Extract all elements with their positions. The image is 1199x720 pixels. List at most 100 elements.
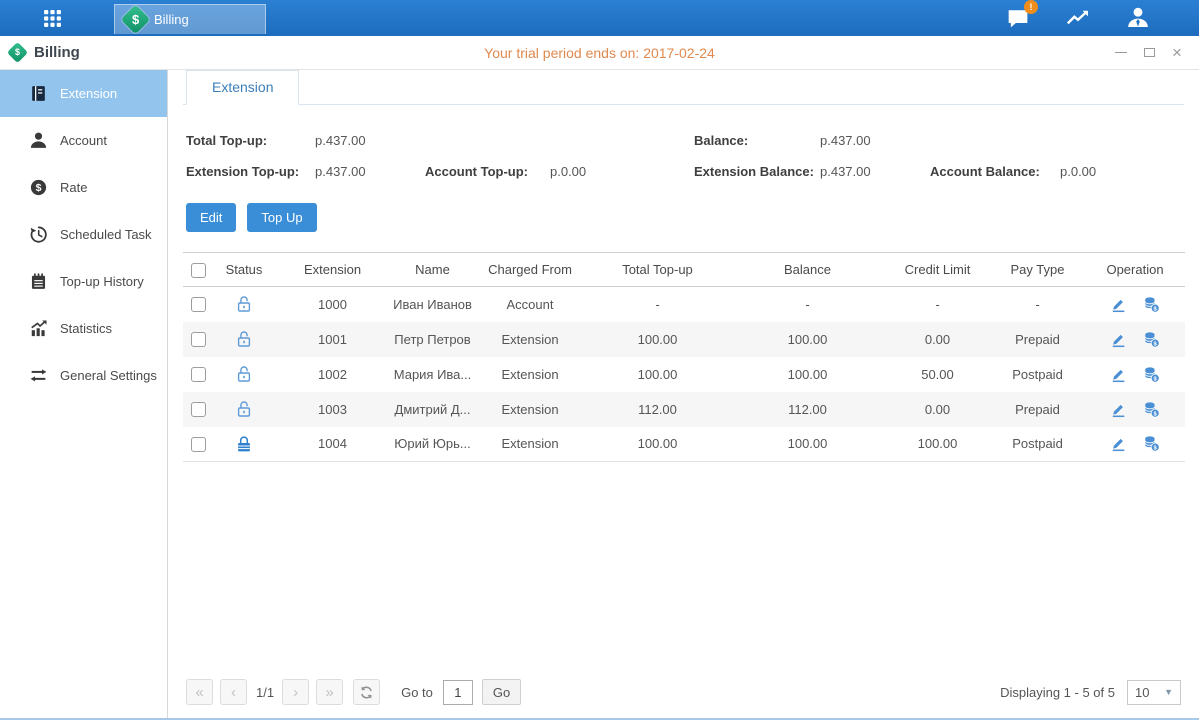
edit-row-icon[interactable] xyxy=(1110,366,1127,383)
cell-credit-limit: 100.00 xyxy=(885,427,990,462)
go-button[interactable]: Go xyxy=(482,679,521,705)
select-all-checkbox[interactable] xyxy=(191,263,206,278)
refresh-button[interactable] xyxy=(353,679,380,705)
displaying-text: Displaying 1 - 5 of 5 xyxy=(1000,685,1115,700)
cell-charged-from: Extension xyxy=(475,322,585,357)
col-pay-type: Pay Type xyxy=(990,253,1085,287)
first-page-button[interactable]: « xyxy=(186,679,213,705)
account-topup-label: Account Top-up: xyxy=(425,164,550,179)
sidebar-item-statistics[interactable]: Statistics xyxy=(0,305,167,352)
cell-extension: 1000 xyxy=(275,287,390,322)
cell-balance: 100.00 xyxy=(730,427,885,462)
row-checkbox[interactable] xyxy=(191,437,206,452)
top-up-row-icon[interactable] xyxy=(1143,401,1160,418)
top-up-row-icon[interactable] xyxy=(1143,366,1160,383)
cell-extension: 1004 xyxy=(275,427,390,462)
top-up-row-icon[interactable] xyxy=(1143,435,1160,452)
col-operation: Operation xyxy=(1085,253,1185,287)
unlocked-icon[interactable] xyxy=(235,400,253,418)
col-credit-limit: Credit Limit xyxy=(885,253,990,287)
cell-extension: 1003 xyxy=(275,392,390,427)
edit-row-icon[interactable] xyxy=(1110,331,1127,348)
sidebar-item-label: Statistics xyxy=(60,321,112,336)
cell-pay-type: Postpaid xyxy=(990,427,1085,462)
cell-charged-from: Account xyxy=(475,287,585,322)
row-checkbox[interactable] xyxy=(191,402,206,417)
edit-row-icon[interactable] xyxy=(1110,296,1127,313)
sidebar: Extension Account Rate Scheduled Task To… xyxy=(0,70,168,718)
locked-icon[interactable] xyxy=(235,435,253,453)
user-account-icon[interactable] xyxy=(1125,5,1151,31)
extensions-table: Status Extension Name Charged From Total… xyxy=(183,252,1185,462)
prev-page-icon: ‹ xyxy=(231,684,236,701)
cell-total-topup: 100.00 xyxy=(585,322,730,357)
goto-page-input[interactable] xyxy=(443,680,473,705)
row-checkbox[interactable] xyxy=(191,332,206,347)
tab-extension[interactable]: Extension xyxy=(186,70,299,105)
person-icon xyxy=(29,131,48,150)
taskbar: $ Billing ! xyxy=(0,0,1199,36)
cell-pay-type: Postpaid xyxy=(990,357,1085,392)
cell-pay-type: Prepaid xyxy=(990,392,1085,427)
edit-row-icon[interactable] xyxy=(1110,435,1127,452)
table-row: 1000 Иван Иванов Account - - - - xyxy=(183,287,1185,322)
sidebar-item-general-settings[interactable]: General Settings xyxy=(0,352,167,399)
sidebar-item-scheduled-task[interactable]: Scheduled Task xyxy=(0,211,167,258)
bar-chart-icon xyxy=(29,319,48,338)
sidebar-item-rate[interactable]: Rate xyxy=(0,164,167,211)
window-titlebar: Your trial period ends on: 2017-02-24 $ … xyxy=(0,36,1199,70)
top-up-row-icon[interactable] xyxy=(1143,331,1160,348)
next-page-button[interactable]: › xyxy=(282,679,309,705)
cell-pay-type: Prepaid xyxy=(990,322,1085,357)
main-content: Extension Total Top-up: p.437.00 Balance… xyxy=(168,70,1199,718)
minimize-icon[interactable] xyxy=(1113,45,1129,61)
prev-page-button[interactable]: ‹ xyxy=(220,679,247,705)
sliders-icon xyxy=(29,366,48,385)
row-checkbox[interactable] xyxy=(191,297,206,312)
cell-credit-limit: 0.00 xyxy=(885,392,990,427)
taskbar-app-tab-label: Billing xyxy=(154,12,189,27)
taskbar-app-tab-billing[interactable]: $ Billing xyxy=(114,4,266,34)
cell-charged-from: Extension xyxy=(475,427,585,462)
cell-total-topup: - xyxy=(585,287,730,322)
extension-topup-label: Extension Top-up: xyxy=(186,164,315,179)
maximize-icon[interactable] xyxy=(1141,45,1157,61)
cell-extension: 1002 xyxy=(275,357,390,392)
col-name: Name xyxy=(390,253,475,287)
page-indicator: 1/1 xyxy=(256,685,274,700)
page-size-value: 10 xyxy=(1135,685,1149,700)
unlocked-icon[interactable] xyxy=(235,330,253,348)
cell-credit-limit: 50.00 xyxy=(885,357,990,392)
cell-name: Мария Ива... xyxy=(390,357,475,392)
window-title: Billing xyxy=(34,44,80,61)
ledger-icon xyxy=(29,84,48,103)
cell-total-topup: 100.00 xyxy=(585,427,730,462)
unlocked-icon[interactable] xyxy=(235,365,253,383)
last-page-button[interactable]: » xyxy=(316,679,343,705)
unlocked-icon[interactable] xyxy=(235,295,253,313)
dollar-coin-icon xyxy=(29,178,48,197)
sidebar-item-topup-history[interactable]: Top-up History xyxy=(0,258,167,305)
cell-name: Дмитрий Д... xyxy=(390,392,475,427)
notepad-icon xyxy=(29,272,48,291)
edit-button[interactable]: Edit xyxy=(186,203,236,232)
cell-total-topup: 112.00 xyxy=(585,392,730,427)
apps-grid-icon[interactable] xyxy=(34,0,70,36)
close-icon[interactable]: × xyxy=(1169,45,1185,61)
row-checkbox[interactable] xyxy=(191,367,206,382)
table-row: 1004 Юрий Юрь... Extension 100.00 100.00… xyxy=(183,427,1185,462)
refresh-icon xyxy=(359,685,374,700)
trial-notice: Your trial period ends on: 2017-02-24 xyxy=(0,45,1199,61)
chevron-down-icon: ▼ xyxy=(1164,687,1173,697)
resource-monitor-icon[interactable] xyxy=(1065,5,1091,31)
edit-row-icon[interactable] xyxy=(1110,401,1127,418)
cell-balance: 112.00 xyxy=(730,392,885,427)
sidebar-item-account[interactable]: Account xyxy=(0,117,167,164)
messages-icon[interactable]: ! xyxy=(1005,5,1031,31)
top-up-row-icon[interactable] xyxy=(1143,296,1160,313)
table-row: 1002 Мария Ива... Extension 100.00 100.0… xyxy=(183,357,1185,392)
top-up-button[interactable]: Top Up xyxy=(247,203,316,232)
page-size-select[interactable]: 10 ▼ xyxy=(1127,680,1181,705)
sidebar-item-label: Account xyxy=(60,133,107,148)
sidebar-item-extension[interactable]: Extension xyxy=(0,70,167,117)
